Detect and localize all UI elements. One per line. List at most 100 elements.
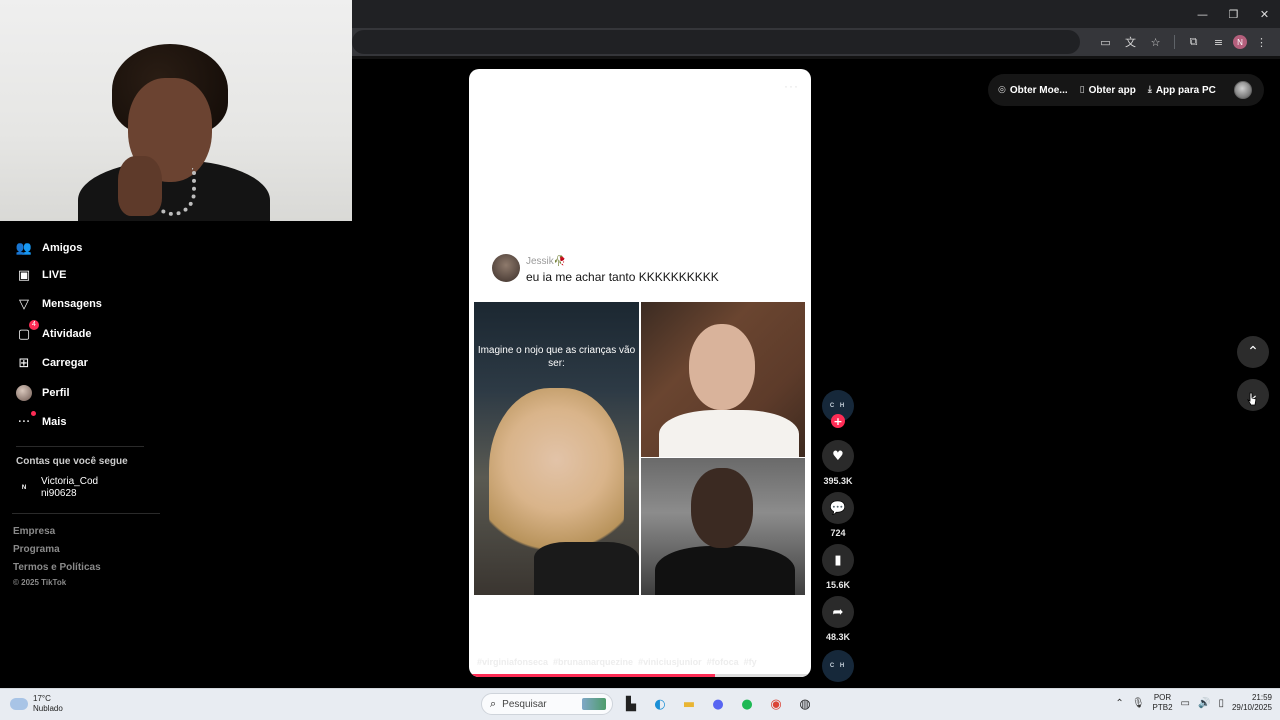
sidebar-item-atividade[interactable]: ▢ 4 Atividade <box>16 320 92 346</box>
task-view-icon[interactable]: ▙ <box>620 693 642 715</box>
more-notification-dot <box>31 411 36 416</box>
hashtag-link[interactable]: #virginiafonseca <box>477 657 548 667</box>
network-icon[interactable]: ▭ <box>1181 698 1190 709</box>
activity-glyph: ▢ <box>17 326 31 342</box>
following-section-title: Contas que você segue <box>16 456 128 467</box>
following-account-handle: ni90628 <box>41 488 77 499</box>
collage-image-top-right <box>641 302 805 457</box>
file-explorer-icon[interactable]: ▬ <box>678 693 700 715</box>
video-progress-fill <box>469 674 716 677</box>
close-window-button[interactable]: ✕ <box>1249 0 1280 28</box>
hashtag-link[interactable]: #viniciusjunior <box>638 657 702 667</box>
address-bar[interactable] <box>352 30 1080 54</box>
chevron-up-icon[interactable]: ⌃ <box>1115 698 1123 709</box>
weather-widget[interactable]: 17°C Nublado <box>10 694 63 714</box>
language-indicator[interactable]: POR PTB2 <box>1153 693 1173 713</box>
video-more-icon[interactable]: ··· <box>784 79 799 93</box>
user-avatar[interactable] <box>1234 81 1252 99</box>
taskbar-search[interactable]: ⌕ Pesquisar <box>481 693 613 715</box>
language-bottom: PTB2 <box>1152 703 1173 712</box>
hashtag-link[interactable]: #fy <box>744 657 757 667</box>
previous-video-button[interactable]: ⌃ <box>1237 336 1269 368</box>
collage-person-shirt <box>534 542 639 595</box>
spotify-icon[interactable]: ● <box>736 693 758 715</box>
clock[interactable]: 21:59 29/10/2025 <box>1232 693 1272 713</box>
share-action[interactable]: ➦ 48.3K <box>822 596 854 642</box>
hashtag-link[interactable]: #brunamarquezine <box>553 657 633 667</box>
follow-plus-icon[interactable]: + <box>831 414 845 428</box>
sidebar-item-mais[interactable]: ··· Mais <box>16 410 66 434</box>
comment-username: Jessik🥀 <box>526 256 567 267</box>
window-controls: — ❐ ✕ <box>1187 0 1280 28</box>
weather-text: 17°C Nublado <box>33 694 63 714</box>
comment-text-block: Jessik🥀 eu ia me achar tanto KKKKKKKKKK <box>526 254 719 284</box>
save-action[interactable]: ▮ 15.6K <box>822 544 854 590</box>
sidebar-item-label: Perfil <box>42 387 70 399</box>
messages-icon: ▽ <box>19 296 29 312</box>
collage-person-face <box>691 468 753 548</box>
footer-link-termos[interactable]: Termos e Políticas <box>13 562 101 573</box>
comment-text: eu ia me achar tanto KKKKKKKKKK <box>526 270 719 284</box>
sidebar-item-mensagens[interactable]: ▽ Mensagens <box>16 292 102 316</box>
comment-bubble: Jessik🥀 eu ia me achar tanto KKKKKKKKKK <box>492 254 719 284</box>
battery-icon[interactable]: ▯ <box>1218 698 1224 709</box>
volume-icon[interactable]: 🔊 <box>1198 698 1210 709</box>
microphone-icon[interactable]: 🎙 <box>1132 698 1145 709</box>
clock-date: 29/10/2025 <box>1231 703 1272 712</box>
comment-action[interactable]: 💬 724 <box>822 492 854 538</box>
more-icon: ··· <box>16 411 36 430</box>
following-account[interactable]: N Victoria_Cod ni90628 <box>16 476 98 500</box>
webcam-person-hand <box>118 156 162 216</box>
sidebar-item-live[interactable]: ▣ LIVE <box>16 263 67 287</box>
clock-time: 21:59 <box>1251 693 1272 702</box>
chrome-icon[interactable]: ◉ <box>765 693 787 715</box>
collage-image-bottom-right <box>641 458 805 595</box>
profile-avatar-icon[interactable]: N <box>1233 35 1247 49</box>
upload-icon: ⊞ <box>18 355 30 371</box>
footer-link-programa[interactable]: Programa <box>13 544 60 555</box>
sidebar-item-carregar[interactable]: ⊞ Carregar <box>16 351 88 375</box>
get-app-label: Obter app <box>1088 84 1136 96</box>
activity-badge: 4 <box>29 320 39 330</box>
discord-icon[interactable]: ● <box>707 693 729 715</box>
windows-start-icon[interactable] <box>452 693 474 715</box>
pc-app-button[interactable]: ⤓ App para PC <box>1148 85 1216 96</box>
translate-icon[interactable]: 文 <box>1120 32 1141 53</box>
copyright: © 2025 TikTok <box>13 578 67 587</box>
star-icon[interactable]: ☆ <box>1145 32 1166 53</box>
like-action[interactable]: ♥ 395.3K <box>822 440 854 486</box>
toolbar-divider <box>1174 35 1175 49</box>
more-glyph: ··· <box>17 414 31 430</box>
menu-icon[interactable]: ⋮ <box>1251 32 1272 53</box>
coin-icon: ◎ <box>998 85 1006 95</box>
sidebar-item-perfil[interactable]: Perfil <box>16 381 70 405</box>
restore-button[interactable]: ❐ <box>1218 0 1249 28</box>
video-player[interactable]: ··· Jessik🥀 eu ia me achar tanto KKKKKKK… <box>469 69 811 677</box>
bookmark-icon[interactable]: ▮ <box>822 544 854 576</box>
obs-icon[interactable]: ◍ <box>794 693 816 715</box>
cast-icon[interactable]: ▭ <box>1095 32 1116 53</box>
video-progress-bar[interactable] <box>469 674 811 677</box>
footer-link-empresa[interactable]: Empresa <box>13 526 55 537</box>
image-collage: Imagine o nojo que as crianças vão ser: <box>474 302 805 595</box>
minimize-button[interactable]: — <box>1187 0 1218 28</box>
music-disc-avatar[interactable]: C H <box>822 650 854 682</box>
collage-image-left: Imagine o nojo que as crianças vão ser: <box>474 302 639 595</box>
heart-icon[interactable]: ♥ <box>822 440 854 472</box>
save-count: 15.6K <box>825 580 851 590</box>
collage-person-blonde <box>489 388 624 568</box>
comment-icon[interactable]: 💬 <box>822 492 854 524</box>
sidebar-item-label: Mais <box>42 416 67 428</box>
search-highlight-image <box>582 698 606 710</box>
profile-icon <box>16 385 32 401</box>
sidebar-item-amigos[interactable]: 👥 Amigos <box>16 236 82 260</box>
get-coins-button[interactable]: ◎ Obter Moe... <box>998 85 1068 96</box>
sidebar-divider <box>12 513 160 514</box>
extensions-icon[interactable]: ⧉ <box>1183 32 1204 53</box>
share-icon[interactable]: ➦ <box>822 596 854 628</box>
following-account-avatar: N <box>16 480 32 496</box>
edge-icon[interactable]: ◐ <box>649 693 671 715</box>
hashtag-link[interactable]: #fofoca <box>707 657 739 667</box>
get-app-button[interactable]: ▯ Obter app <box>1080 85 1136 96</box>
media-control-icon[interactable]: ≡ <box>1208 32 1229 53</box>
